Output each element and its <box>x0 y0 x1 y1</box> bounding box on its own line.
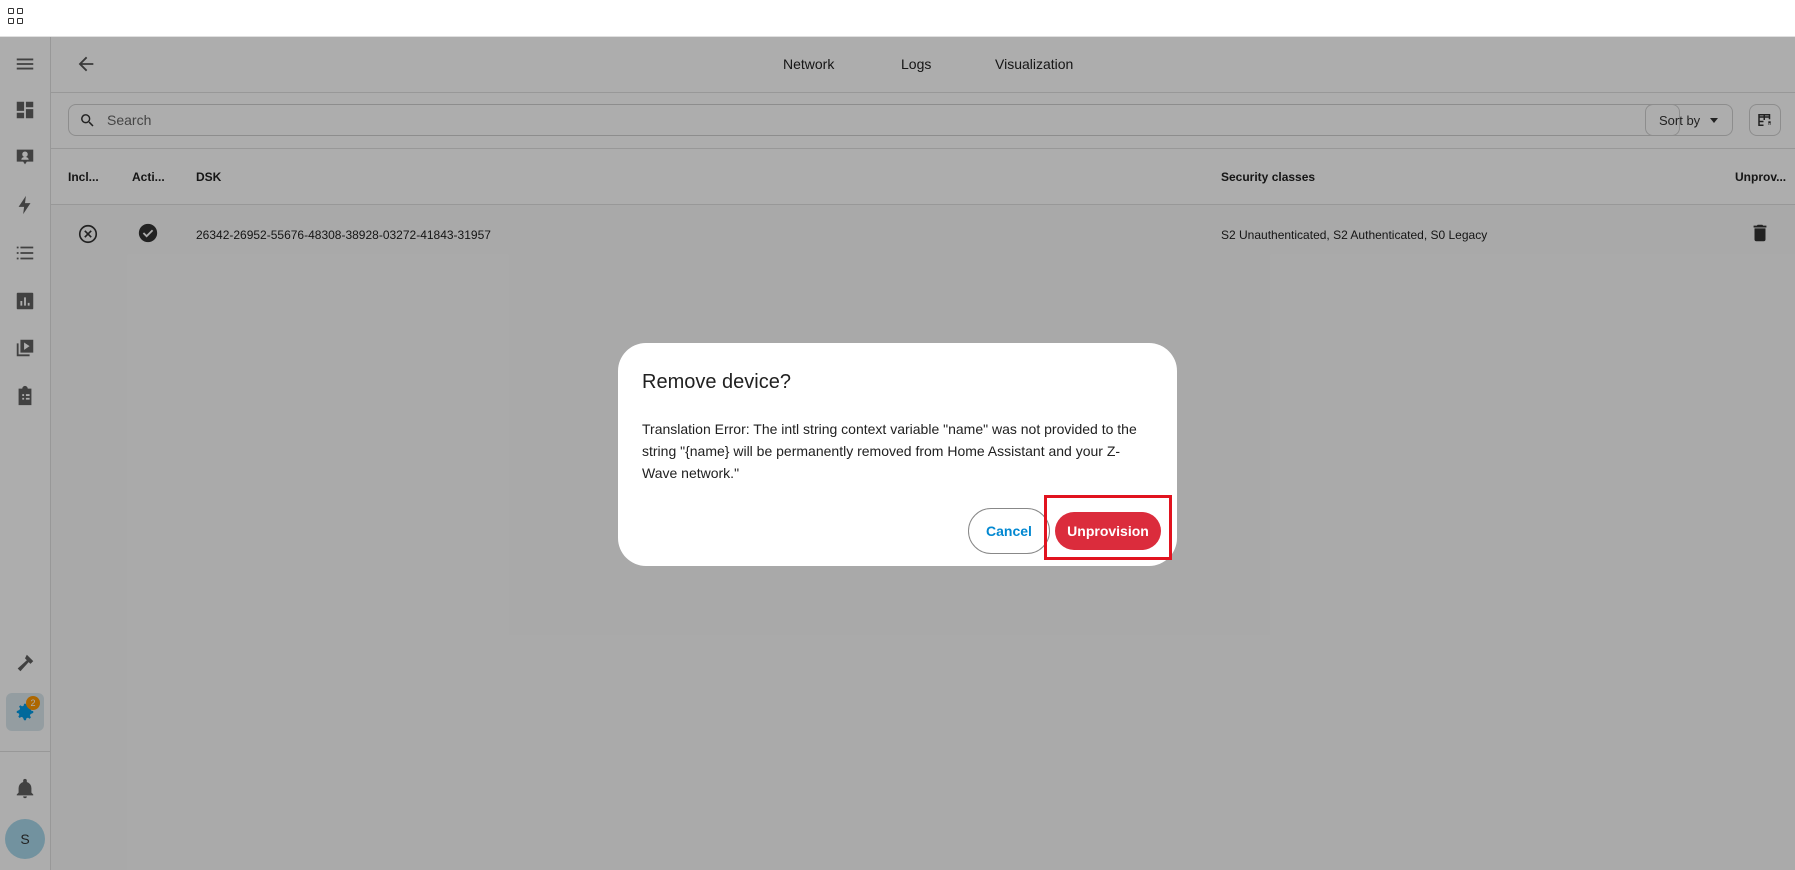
highlight-box <box>1044 495 1172 560</box>
cancel-button[interactable]: Cancel <box>968 508 1050 554</box>
dialog-message: Translation Error: The intl string conte… <box>642 421 1137 481</box>
os-top-bar <box>0 0 1795 37</box>
apps-grid-icon[interactable] <box>8 8 24 24</box>
dialog-title: Remove device? <box>642 371 791 393</box>
